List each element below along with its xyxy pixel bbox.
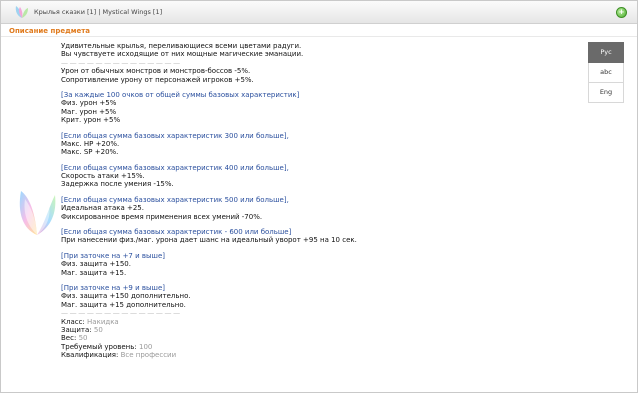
window-title: Крылья сказки [1] | Mystical Wings [1] — [34, 8, 163, 16]
property-row: Квалификация: Все профессии — [61, 351, 571, 359]
property-value: 50 — [93, 325, 103, 334]
close-icon[interactable]: + — [616, 7, 627, 18]
condition-header: [Если общая сумма базовых характеристик … — [61, 131, 289, 140]
item-window: Крылья сказки [1] | Mystical Wings [1] +… — [0, 0, 638, 393]
property-value: 50 — [78, 334, 88, 343]
property-label: Квалификация: — [61, 351, 119, 360]
property-label: Требуемый уровень: — [61, 342, 137, 351]
effect-line: Физ. защита +150. — [61, 260, 131, 269]
property-value: 100 — [138, 342, 153, 351]
lang-tab-original[interactable]: abc — [588, 63, 624, 83]
condition-header: [Если общая сумма базовых характеристик … — [61, 195, 289, 204]
effect-line: Урон от обычных монстров и монстров-босс… — [61, 67, 251, 76]
condition-header: [При заточке на +9 и выше] — [61, 283, 165, 292]
property-row: Вес: 50 — [61, 334, 571, 342]
lang-tab-en[interactable]: Eng — [588, 83, 624, 103]
item-description: Удивительные крылья, переливающиеся всем… — [61, 42, 571, 360]
property-row: Класс: Накидка — [61, 318, 571, 326]
separator: — — — — — — — — — — — — — — — [61, 58, 180, 67]
intro-line: Вы чувствуете исходящие от них мощные ма… — [61, 50, 304, 59]
effect-line: Макс. SP +20%. — [61, 148, 119, 157]
effect-line: Макс. HP +20%. — [61, 139, 120, 148]
property-label: Защита: — [61, 325, 92, 334]
effect-line: Маг. урон +5% — [61, 107, 117, 116]
section-title: Описание предмета — [9, 27, 90, 35]
property-row: Защита: 50 — [61, 326, 571, 334]
condition-header: [Если общая сумма базовых характеристик … — [61, 163, 289, 172]
intro-line: Удивительные крылья, переливающиеся всем… — [61, 42, 302, 50]
condition-header: [За каждые 100 очков от общей суммы базо… — [61, 90, 300, 99]
condition-header: [При заточке на +7 и выше] — [61, 251, 165, 260]
property-value: Накидка — [87, 317, 119, 326]
effect-line: Идеальная атака +25. — [61, 204, 144, 213]
lang-tab-ru[interactable]: Рус — [588, 42, 624, 63]
effect-line: Маг. защита +15 дополнительно. — [61, 300, 186, 309]
effect-line: Физ. защита +150 дополнительно. — [61, 292, 191, 301]
property-value: Все профессии — [120, 351, 177, 360]
property-row: Требуемый уровень: 100 — [61, 343, 571, 351]
effect-line: Физ. урон +5% — [61, 99, 117, 108]
effect-line: Скорость атаки +15%. — [61, 172, 145, 181]
language-switcher: Рус abc Eng — [588, 42, 624, 103]
effect-line: Фиксированное время применения всех умен… — [61, 212, 263, 221]
effect-line: Крит. урон +5% — [61, 116, 121, 125]
effect-line: При нанесении физ./маг. урона дает шанс … — [61, 236, 357, 245]
separator: — — — — — — — — — — — — — — — [61, 309, 180, 318]
title-bar: Крылья сказки [1] | Mystical Wings [1] + — [1, 1, 637, 24]
effect-line: Маг. защита +15. — [61, 268, 127, 277]
section-divider — [1, 36, 637, 37]
effect-line: Задержка после умения -15%. — [61, 180, 174, 189]
property-label: Класс: — [61, 317, 85, 326]
wings-item-icon — [19, 191, 56, 235]
property-label: Вес: — [61, 334, 77, 343]
wings-icon — [15, 6, 28, 18]
effect-line: Сопротивление урону от персонажей игроко… — [61, 75, 254, 84]
condition-header: [Если общая сумма базовых характеристик … — [61, 228, 292, 237]
